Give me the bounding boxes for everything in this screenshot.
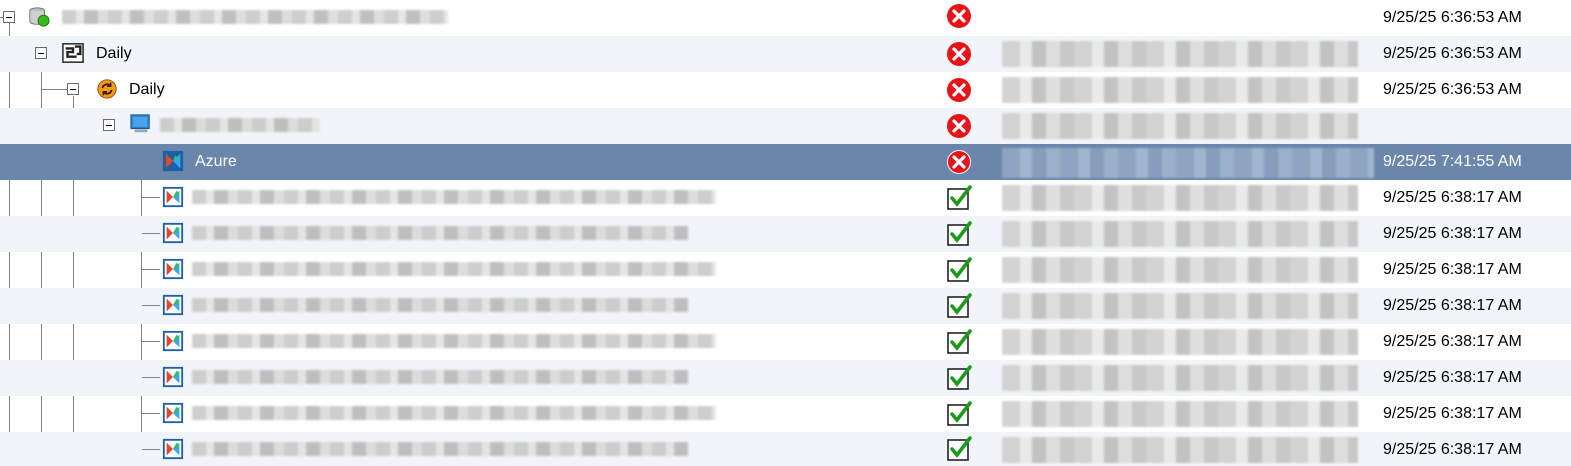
success-checkmark-icon	[947, 257, 972, 282]
tree-row-job[interactable]: Daily 9/25/25 6:36:53 AM	[0, 72, 1571, 108]
backup-item-icon	[162, 402, 184, 424]
tree-row-azure[interactable]: Azure 9/25/25 7:41:55 AM	[0, 144, 1571, 180]
redacted-label	[192, 262, 716, 276]
redacted-details	[1002, 437, 1358, 463]
timestamp: 9/25/25 6:38:17 AM	[1383, 441, 1522, 458]
collapse-toggle[interactable]	[67, 83, 79, 95]
redacted-label	[192, 406, 716, 420]
timestamp: 9/25/25 6:36:53 AM	[1383, 45, 1522, 62]
timestamp: 9/25/25 6:36:53 AM	[1383, 81, 1522, 98]
error-x-circle-icon	[947, 42, 971, 66]
redacted-label	[192, 442, 688, 456]
tree-row-root[interactable]: 9/25/25 6:36:53 AM	[0, 0, 1571, 36]
computer-monitor-icon	[130, 114, 150, 133]
success-checkmark-icon	[947, 185, 972, 210]
tree-row-item[interactable]: 9/25/25 6:38:17 AM	[0, 252, 1571, 288]
error-x-circle-icon	[947, 150, 971, 174]
redacted-details	[1002, 185, 1358, 211]
tree-row-computer[interactable]	[0, 108, 1571, 144]
tree-row-item[interactable]: 9/25/25 6:38:17 AM	[0, 324, 1571, 360]
backup-item-icon	[162, 294, 184, 316]
redacted-details	[1002, 41, 1358, 67]
tree-line	[142, 341, 160, 342]
tree-row-item[interactable]: 9/25/25 6:38:17 AM	[0, 432, 1571, 466]
error-x-circle-icon	[947, 114, 971, 138]
timestamp: 9/25/25 6:38:17 AM	[1383, 333, 1522, 350]
timestamp: 9/25/25 6:38:17 AM	[1383, 405, 1522, 422]
tree-line	[142, 305, 160, 306]
tree-line	[142, 413, 160, 414]
azure-target-icon	[162, 150, 184, 172]
redacted-label	[192, 334, 716, 348]
schedule-label: Daily	[96, 45, 132, 62]
redacted-details	[1002, 257, 1358, 283]
schedule-icon	[62, 43, 84, 63]
redacted-details	[1002, 77, 1358, 103]
tree-line	[142, 269, 160, 270]
collapse-toggle[interactable]	[103, 119, 115, 131]
tree-row-item[interactable]: 9/25/25 6:38:17 AM	[0, 216, 1571, 252]
timestamp: 9/25/25 6:38:17 AM	[1383, 369, 1522, 386]
success-checkmark-icon	[947, 365, 972, 390]
job-tree-view: 9/25/25 6:36:53 AM Daily 9/25/25 6:36:53…	[0, 0, 1571, 466]
job-refresh-icon	[97, 79, 117, 99]
tree-row-item[interactable]: 9/25/25 6:38:17 AM	[0, 288, 1571, 324]
backup-item-icon	[162, 438, 184, 460]
success-checkmark-icon	[947, 293, 972, 318]
tree-row-item[interactable]: 9/25/25 6:38:17 AM	[0, 396, 1571, 432]
timestamp: 9/25/25 6:38:17 AM	[1383, 189, 1522, 206]
job-label: Daily	[129, 81, 165, 98]
tree-line	[142, 233, 160, 234]
collapse-toggle[interactable]	[3, 11, 15, 23]
redacted-label	[160, 118, 320, 132]
redacted-label	[192, 298, 688, 312]
redacted-label	[192, 226, 688, 240]
success-checkmark-icon	[947, 401, 972, 426]
tree-line	[142, 449, 160, 450]
redacted-label	[192, 190, 716, 204]
timestamp: 9/25/25 7:41:55 AM	[1383, 153, 1522, 170]
timestamp: 9/25/25 6:36:53 AM	[1383, 9, 1522, 26]
database-icon	[29, 7, 50, 27]
tree-row-schedule[interactable]: Daily 9/25/25 6:36:53 AM	[0, 36, 1571, 72]
redacted-details	[1002, 221, 1358, 247]
backup-item-icon	[162, 258, 184, 280]
tree-row-item[interactable]: 9/25/25 6:38:17 AM	[0, 360, 1571, 396]
redacted-label	[62, 10, 448, 24]
backup-item-icon	[162, 366, 184, 388]
redacted-details	[1002, 401, 1358, 427]
timestamp: 9/25/25 6:38:17 AM	[1383, 225, 1522, 242]
collapse-toggle[interactable]	[35, 47, 47, 59]
redacted-details	[1002, 329, 1358, 355]
error-x-circle-icon	[947, 78, 971, 102]
redacted-label	[192, 370, 688, 384]
backup-item-icon	[162, 222, 184, 244]
success-checkmark-icon	[947, 221, 972, 246]
success-checkmark-icon	[947, 436, 972, 461]
backup-item-icon	[162, 186, 184, 208]
redacted-details	[1002, 365, 1358, 391]
redacted-details	[1002, 148, 1374, 178]
tree-line	[142, 197, 160, 198]
tree-row-item[interactable]: 9/25/25 6:38:17 AM	[0, 180, 1571, 216]
redacted-details	[1002, 113, 1358, 139]
timestamp: 9/25/25 6:38:17 AM	[1383, 261, 1522, 278]
backup-item-icon	[162, 330, 184, 352]
success-checkmark-icon	[947, 329, 972, 354]
azure-label: Azure	[195, 153, 237, 170]
redacted-details	[1002, 293, 1358, 319]
timestamp: 9/25/25 6:38:17 AM	[1383, 297, 1522, 314]
error-x-circle-icon	[947, 4, 971, 28]
tree-line	[142, 377, 160, 378]
